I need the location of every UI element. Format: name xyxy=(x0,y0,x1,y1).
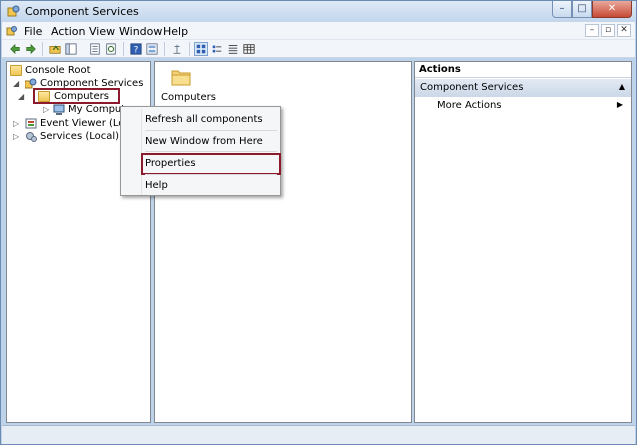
close-button[interactable]: ✕ xyxy=(592,1,632,18)
actions-group-label: Component Services xyxy=(420,82,524,93)
event-viewer-icon xyxy=(25,118,37,129)
up-folder-icon[interactable] xyxy=(48,42,62,56)
context-menu: Refresh all components New Window from H… xyxy=(120,106,281,196)
submenu-arrow-icon: ▶ xyxy=(616,100,623,109)
collapsed-arrow-icon[interactable]: ▷ xyxy=(13,130,19,143)
system-menu-icon[interactable] xyxy=(6,25,18,37)
details-view-icon[interactable] xyxy=(242,42,256,56)
actions-header: Actions xyxy=(415,62,631,78)
menu-separator xyxy=(145,174,277,175)
expanded-arrow-icon[interactable]: ◢ xyxy=(18,90,24,103)
minimize-button[interactable]: – xyxy=(552,1,572,18)
folder-icon xyxy=(171,70,191,86)
collapsed-arrow-icon[interactable]: ▷ xyxy=(13,117,19,130)
menu-item-refresh-all[interactable]: Refresh all components xyxy=(145,114,263,125)
mdi-minimize-button[interactable]: – xyxy=(585,24,599,37)
menu-item-new-window[interactable]: New Window from Here xyxy=(145,136,263,147)
menu-file[interactable]: File xyxy=(24,25,42,38)
mdi-close-button[interactable]: ✕ xyxy=(617,24,631,37)
actions-pane: Actions Component Services ▲ More Action… xyxy=(414,61,632,423)
properties-highlight-box xyxy=(141,153,281,175)
mdi-restore-button[interactable]: ▫ xyxy=(601,24,615,37)
more-actions-item[interactable]: More Actions xyxy=(437,100,502,111)
computer-icon xyxy=(53,104,65,115)
collapsed-arrow-icon[interactable]: ▷ xyxy=(43,103,49,116)
menu-action[interactable]: Action xyxy=(51,25,85,38)
caption-buttons: – □ ✕ xyxy=(552,1,632,19)
small-icons-icon[interactable] xyxy=(210,42,224,56)
menu-bar: File Action View Window Help – ▫ ✕ xyxy=(2,22,635,40)
application-window: Component Services – □ ✕ File Action Vie… xyxy=(0,0,637,445)
export-list-icon[interactable] xyxy=(88,42,102,56)
services-icon xyxy=(26,132,37,142)
maximize-button[interactable]: □ xyxy=(572,1,592,18)
large-icons-icon[interactable] xyxy=(194,42,208,56)
refresh-icon[interactable] xyxy=(104,42,118,56)
help-icon[interactable]: ? xyxy=(129,42,143,56)
folder-icon xyxy=(10,65,22,76)
menu-view[interactable]: View xyxy=(89,25,115,38)
menu-help[interactable]: Help xyxy=(163,25,188,38)
list-item[interactable]: Computers xyxy=(155,62,225,108)
computers-highlight-box xyxy=(33,88,120,104)
status-bar xyxy=(2,425,635,444)
expanded-arrow-icon[interactable]: ◢ xyxy=(13,77,19,90)
actions-group-component-services[interactable]: Component Services ▲ xyxy=(415,79,631,97)
component-services-icon xyxy=(7,5,20,17)
menu-separator xyxy=(145,151,277,152)
mdi-buttons: – ▫ ✕ xyxy=(585,24,631,37)
forward-icon[interactable] xyxy=(24,42,38,56)
window-title: Component Services xyxy=(25,5,139,18)
list-view-icon[interactable] xyxy=(226,42,240,56)
menu-item-help[interactable]: Help xyxy=(145,180,168,191)
svg-text:?: ? xyxy=(134,45,139,55)
back-icon[interactable] xyxy=(8,42,22,56)
title-bar[interactable]: Component Services – □ ✕ xyxy=(1,1,636,22)
menu-separator xyxy=(145,130,277,131)
show-hide-tree-icon[interactable] xyxy=(64,42,78,56)
list-item-label: Computers xyxy=(161,92,216,103)
collapse-arrow-icon[interactable]: ▲ xyxy=(619,82,625,91)
menu-gutter xyxy=(141,109,142,195)
toolbar: ? xyxy=(2,40,635,58)
menu-window[interactable]: Window xyxy=(119,25,162,38)
properties-icon[interactable] xyxy=(145,42,159,56)
spin-icon[interactable] xyxy=(170,42,184,56)
